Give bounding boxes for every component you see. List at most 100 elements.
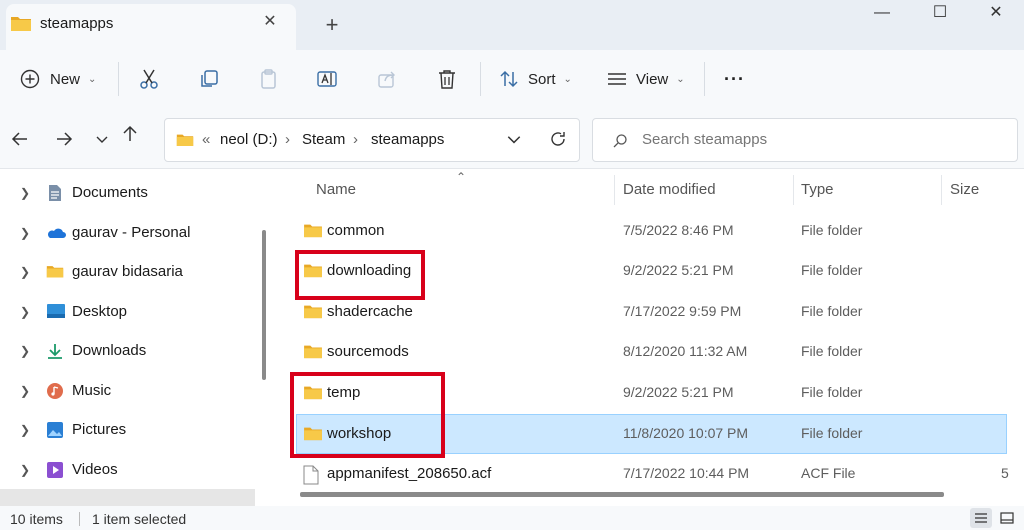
file-type: File folder bbox=[801, 425, 863, 441]
tiles-view-button[interactable] bbox=[996, 508, 1018, 528]
music-icon bbox=[46, 382, 64, 405]
chevron-right-icon[interactable]: ❯ bbox=[20, 265, 30, 279]
column-header-size[interactable]: Size bbox=[950, 181, 979, 198]
nav-item-music[interactable]: ❯ Music bbox=[0, 372, 255, 410]
nav-item-documents[interactable]: ❯ Documents bbox=[0, 174, 255, 212]
chevron-right-icon[interactable]: ❯ bbox=[20, 384, 30, 398]
nav-label: Documents bbox=[72, 184, 148, 201]
desktop-icon bbox=[46, 303, 66, 324]
chevron-down-icon bbox=[96, 136, 108, 143]
nav-item-gaurav-bidasaria[interactable]: ❯ gaurav bidasaria bbox=[0, 253, 255, 291]
share-icon bbox=[376, 68, 398, 90]
selection-count: 1 item selected bbox=[92, 511, 187, 527]
nav-item-videos[interactable]: ❯ Videos bbox=[0, 451, 255, 489]
folder-icon bbox=[303, 303, 323, 324]
column-divider[interactable] bbox=[614, 175, 615, 205]
cut-button[interactable] bbox=[138, 60, 160, 98]
address-dropdown-button[interactable] bbox=[506, 131, 522, 152]
details-view-button[interactable] bbox=[970, 508, 992, 528]
breadcrumb-overflow[interactable]: « bbox=[202, 131, 210, 148]
refresh-icon bbox=[551, 132, 565, 146]
table-row[interactable]: sourcemods 8/12/2020 11:32 AM File folde… bbox=[297, 333, 1006, 371]
table-row[interactable]: common 7/5/2022 8:46 PM File folder bbox=[297, 212, 1006, 250]
column-header-type[interactable]: Type bbox=[801, 181, 834, 198]
file-name: common bbox=[327, 222, 385, 239]
sort-button[interactable]: Sort ⌄ bbox=[498, 60, 572, 98]
arrow-right-icon bbox=[57, 132, 73, 146]
rename-button[interactable] bbox=[316, 60, 338, 98]
paste-button[interactable] bbox=[258, 60, 280, 98]
tab-title: steamapps bbox=[40, 15, 114, 32]
file-type: File folder bbox=[801, 303, 863, 319]
file-date: 8/12/2020 11:32 AM bbox=[623, 343, 748, 359]
nav-label: Desktop bbox=[72, 303, 128, 320]
chevron-right-icon[interactable]: ❯ bbox=[20, 423, 30, 437]
view-lines-icon bbox=[606, 68, 628, 90]
sort-ascending-icon: ⌃ bbox=[456, 170, 467, 184]
chevron-right-icon[interactable]: ❯ bbox=[20, 226, 30, 240]
minimize-button[interactable]: — bbox=[852, 0, 912, 30]
nav-label: Music bbox=[72, 382, 112, 399]
clipboard-icon bbox=[258, 68, 280, 90]
share-button[interactable] bbox=[376, 60, 398, 98]
nav-label: gaurav - Personal bbox=[72, 224, 191, 241]
folder-icon bbox=[10, 14, 32, 37]
nav-item-desktop[interactable]: ❯ Desktop bbox=[0, 293, 255, 331]
up-button[interactable] bbox=[116, 120, 144, 148]
tiles-view-icon bbox=[1000, 512, 1014, 524]
chevron-right-icon[interactable]: ❯ bbox=[20, 305, 30, 319]
new-tab-button[interactable]: + bbox=[318, 12, 346, 40]
rename-icon bbox=[316, 68, 338, 90]
chevron-right-icon: › bbox=[353, 131, 358, 148]
folder-icon bbox=[303, 343, 323, 364]
highlight-box-downloading bbox=[295, 250, 425, 300]
nav-item-downloads[interactable]: ❯ Downloads bbox=[0, 332, 255, 370]
chevron-right-icon[interactable]: ❯ bbox=[20, 344, 30, 358]
recent-locations-button[interactable] bbox=[88, 125, 116, 153]
file-date: 9/2/2022 5:21 PM bbox=[623, 384, 734, 400]
chevron-down-icon: ⌄ bbox=[88, 73, 97, 85]
plus-circle-icon bbox=[20, 69, 40, 89]
toolbar-divider bbox=[704, 62, 705, 96]
nav-item-onedrive[interactable]: ❯ gaurav - Personal bbox=[0, 214, 255, 252]
table-row[interactable]: appmanifest_208650.acf 7/17/2022 10:44 P… bbox=[297, 455, 1009, 493]
nav-item-partial[interactable] bbox=[0, 489, 255, 506]
column-header-name[interactable]: Name bbox=[316, 181, 356, 198]
more-options-button[interactable]: ··· bbox=[724, 60, 745, 98]
column-divider[interactable] bbox=[941, 175, 942, 205]
close-window-button[interactable]: ✕ bbox=[966, 0, 1024, 30]
delete-button[interactable] bbox=[436, 60, 458, 98]
close-tab-icon[interactable]: ✕ bbox=[258, 10, 282, 34]
view-button[interactable]: View ⌄ bbox=[606, 60, 685, 98]
file-date: 7/5/2022 8:46 PM bbox=[623, 222, 734, 238]
nav-scrollbar-thumb[interactable] bbox=[262, 230, 266, 380]
file-name: shadercache bbox=[327, 303, 413, 320]
breadcrumb-steamapps[interactable]: steamapps bbox=[371, 131, 444, 148]
refresh-button[interactable] bbox=[548, 129, 568, 154]
breadcrumb-steam[interactable]: Steam bbox=[302, 131, 345, 148]
nav-item-pictures[interactable]: ❯ Pictures bbox=[0, 411, 255, 449]
file-type: File folder bbox=[801, 384, 863, 400]
file-type: File folder bbox=[801, 343, 863, 359]
highlight-box-temp-workshop bbox=[290, 372, 445, 458]
forward-button[interactable] bbox=[50, 125, 78, 153]
back-button[interactable] bbox=[6, 125, 34, 153]
onedrive-icon bbox=[46, 224, 66, 247]
maximize-button[interactable]: ☐ bbox=[910, 0, 970, 30]
chevron-right-icon[interactable]: ❯ bbox=[20, 463, 30, 477]
pictures-icon bbox=[46, 421, 64, 444]
file-date: 11/8/2020 10:07 PM bbox=[623, 425, 749, 441]
nav-label: Pictures bbox=[72, 421, 127, 438]
copy-button[interactable] bbox=[198, 60, 220, 98]
chevron-right-icon[interactable]: ❯ bbox=[20, 186, 30, 200]
column-divider[interactable] bbox=[793, 175, 794, 205]
new-button[interactable]: New ⌄ bbox=[20, 60, 96, 98]
breadcrumb-drive[interactable]: neol (D:) bbox=[220, 131, 278, 148]
search-input[interactable] bbox=[642, 131, 942, 148]
column-header-date[interactable]: Date modified bbox=[623, 181, 716, 198]
view-label: View bbox=[636, 70, 669, 88]
file-date: 7/17/2022 10:44 PM bbox=[623, 465, 750, 481]
file-type: File folder bbox=[801, 222, 863, 238]
horizontal-scrollbar-thumb[interactable] bbox=[300, 492, 944, 497]
details-view-icon bbox=[975, 513, 987, 523]
